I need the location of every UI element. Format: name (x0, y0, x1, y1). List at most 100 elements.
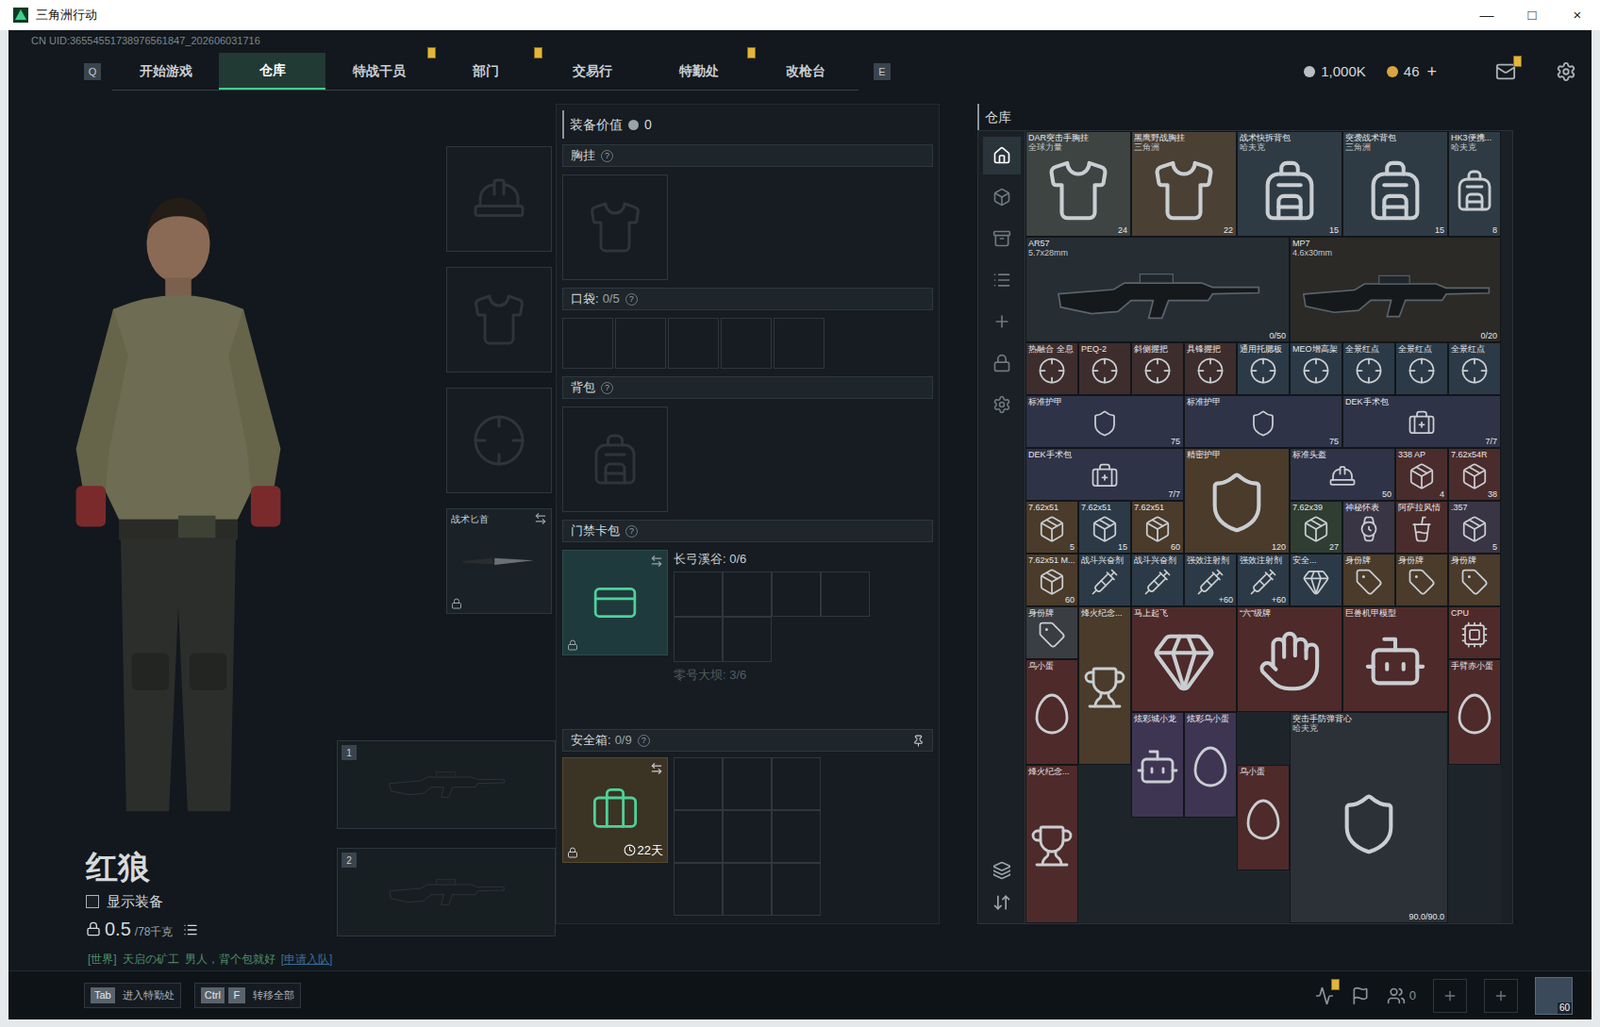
safe-box-cell[interactable] (673, 863, 723, 917)
show-equipment-toggle[interactable]: 显示装备 (85, 891, 337, 914)
warehouse-item[interactable]: 7.62x54R38 (1448, 448, 1501, 501)
warehouse-item[interactable]: 战术快拆背包哈夫克15 (1236, 131, 1343, 237)
warehouse-item[interactable]: 7.62x515 (1025, 500, 1079, 554)
team-invite-slot[interactable] (1433, 979, 1467, 1014)
warehouse-item[interactable]: 黑鹰野战胸挂三角洲22 (1131, 131, 1237, 237)
warehouse-item[interactable]: 战斗兴奋剂 (1131, 553, 1184, 607)
safe-box-cell[interactable] (673, 810, 723, 864)
warehouse-item[interactable]: 精密护甲120 (1183, 448, 1290, 554)
warehouse-item[interactable]: 标准护甲75 (1025, 395, 1184, 449)
weapon-slot[interactable]: 1 (336, 740, 556, 830)
warehouse-item[interactable]: 神秘怀表 (1342, 500, 1396, 554)
safe-box-cell[interactable] (771, 863, 821, 917)
key-hint[interactable]: Tab进入特勤处 (83, 983, 182, 1009)
warehouse-item[interactable]: 身份牌 (1025, 606, 1079, 660)
armor-slot[interactable] (446, 266, 552, 373)
warehouse-tab[interactable] (983, 302, 1021, 341)
warehouse-item[interactable]: MP74.6x30mm0/20 (1289, 236, 1501, 343)
warehouse-item[interactable]: 巨兽机甲模型 (1342, 606, 1449, 713)
nav-tab[interactable]: 开始游戏 (112, 52, 219, 90)
warehouse-item[interactable]: DEK手术包7/7 (1025, 448, 1184, 501)
warehouse-item[interactable]: MEO增高架 (1289, 342, 1343, 396)
warehouse-item[interactable]: 7.62x51 M...60 (1025, 553, 1079, 607)
help-icon[interactable]: ? (600, 382, 614, 395)
safe-box-slot[interactable]: 22天 (562, 757, 668, 864)
nav-tab[interactable]: 部门 (432, 52, 539, 90)
warehouse-item[interactable]: 阿萨拉风情 (1395, 500, 1449, 554)
warehouse-item[interactable]: CPU (1448, 606, 1501, 660)
keycard-slot[interactable] (771, 571, 821, 617)
warehouse-tab[interactable] (983, 261, 1021, 300)
warehouse-item[interactable]: 7.62x5115 (1078, 500, 1132, 554)
warehouse-tab[interactable] (983, 178, 1021, 217)
warehouse-item[interactable]: 烽火纪念... (1078, 606, 1132, 766)
warehouse-item[interactable]: 突袭战术背包三角洲15 (1342, 131, 1449, 237)
team-invite-slot[interactable] (1483, 979, 1518, 1014)
pocket-slot[interactable] (667, 317, 719, 369)
melee-slot[interactable]: 战术匕首 (446, 508, 552, 615)
warehouse-item[interactable]: 乌小蛋 (1236, 765, 1290, 871)
safe-box-cell[interactable] (722, 863, 772, 917)
keycard-slot[interactable] (722, 571, 772, 617)
keycard-case-slot[interactable] (562, 550, 668, 656)
warehouse-item[interactable]: 标准护甲75 (1183, 395, 1343, 449)
warehouse-item[interactable]: 手臂赤小蛋 (1448, 659, 1501, 766)
mail-button[interactable] (1495, 61, 1517, 83)
nav-next-key[interactable]: E (873, 63, 891, 81)
warehouse-item[interactable]: 乌小蛋 (1025, 659, 1079, 766)
warehouse-item[interactable]: 炫彩乌小蛋 (1183, 712, 1237, 818)
warehouse-tab[interactable] (983, 344, 1021, 383)
chat-sender[interactable]: 天启の矿工 (122, 950, 180, 968)
warehouse-item[interactable]: DEK手术包7/7 (1342, 395, 1501, 449)
warehouse-item[interactable]: 斜侧握把 (1131, 342, 1184, 396)
warehouse-item[interactable]: AR575.7x28mm0/50 (1025, 236, 1290, 343)
checkbox[interactable] (85, 895, 100, 909)
warehouse-tab[interactable] (983, 136, 1021, 175)
keycard-slot[interactable] (673, 571, 723, 617)
warehouse-item[interactable]: 338 AP4 (1395, 448, 1449, 501)
warehouse-item[interactable]: 通用托腮板 (1236, 342, 1290, 396)
warehouse-item[interactable]: 身份牌 (1342, 553, 1396, 607)
team-count[interactable]: 0 (1386, 986, 1417, 1006)
warehouse-item[interactable]: PEQ-2 (1078, 342, 1132, 396)
layers-icon[interactable] (992, 861, 1012, 881)
nav-prev-key[interactable]: Q (83, 63, 101, 81)
safe-box-cell[interactable] (722, 757, 772, 811)
keycard-slot[interactable] (673, 616, 723, 663)
weight-details-icon[interactable] (183, 922, 199, 938)
warehouse-item[interactable]: 烽火纪念... (1025, 765, 1079, 924)
pocket-slot[interactable] (773, 317, 825, 369)
swap-icon[interactable] (650, 762, 664, 776)
swap-icon[interactable] (533, 512, 548, 526)
safe-box-cell[interactable] (673, 757, 723, 811)
help-icon[interactable]: ? (625, 293, 638, 306)
warehouse-item[interactable]: 突击手防弹背心哈夫克90.0/90.0 (1289, 712, 1449, 924)
warehouse-item[interactable]: 马上起飞 (1131, 606, 1237, 713)
warehouse-item[interactable]: 战斗兴奋剂 (1078, 553, 1132, 607)
nav-tab[interactable]: 交易行 (538, 52, 646, 90)
join-team-link[interactable]: [申请入队] (281, 950, 334, 968)
nav-tab[interactable]: 改枪台 (751, 52, 859, 90)
backpack-slot[interactable] (562, 406, 668, 513)
warehouse-item[interactable]: “六”级牌 (1236, 606, 1343, 713)
help-icon[interactable]: ? (637, 734, 650, 748)
pistol-slot[interactable] (446, 387, 552, 494)
warehouse-item[interactable]: DAR突击手胸挂全球力量24 (1025, 131, 1132, 237)
help-icon[interactable]: ? (600, 150, 614, 163)
warehouse-item[interactable]: HK3便携...哈夫克8 (1448, 131, 1501, 237)
window-control-button[interactable]: □ (1509, 0, 1555, 31)
player-avatar[interactable]: 60 (1534, 977, 1573, 1016)
warehouse-item[interactable]: 全景红点 (1395, 342, 1449, 396)
nav-tab[interactable]: 仓库 (218, 52, 326, 90)
nav-tab[interactable]: 特勤处 (645, 52, 752, 90)
warehouse-item[interactable]: 热融合 全息 (1025, 342, 1079, 396)
safe-box-cell[interactable] (771, 810, 821, 864)
warehouse-item[interactable]: 安全... (1289, 553, 1343, 607)
warehouse-item[interactable]: 具锋握把 (1183, 342, 1237, 396)
safe-box-cell[interactable] (771, 757, 821, 811)
pocket-slot[interactable] (720, 317, 772, 369)
pin-icon[interactable] (912, 734, 925, 748)
warehouse-item[interactable]: 7.62x5160 (1131, 500, 1184, 554)
nav-tab[interactable]: 特战干员 (325, 52, 433, 90)
safe-box-cell[interactable] (722, 810, 772, 864)
